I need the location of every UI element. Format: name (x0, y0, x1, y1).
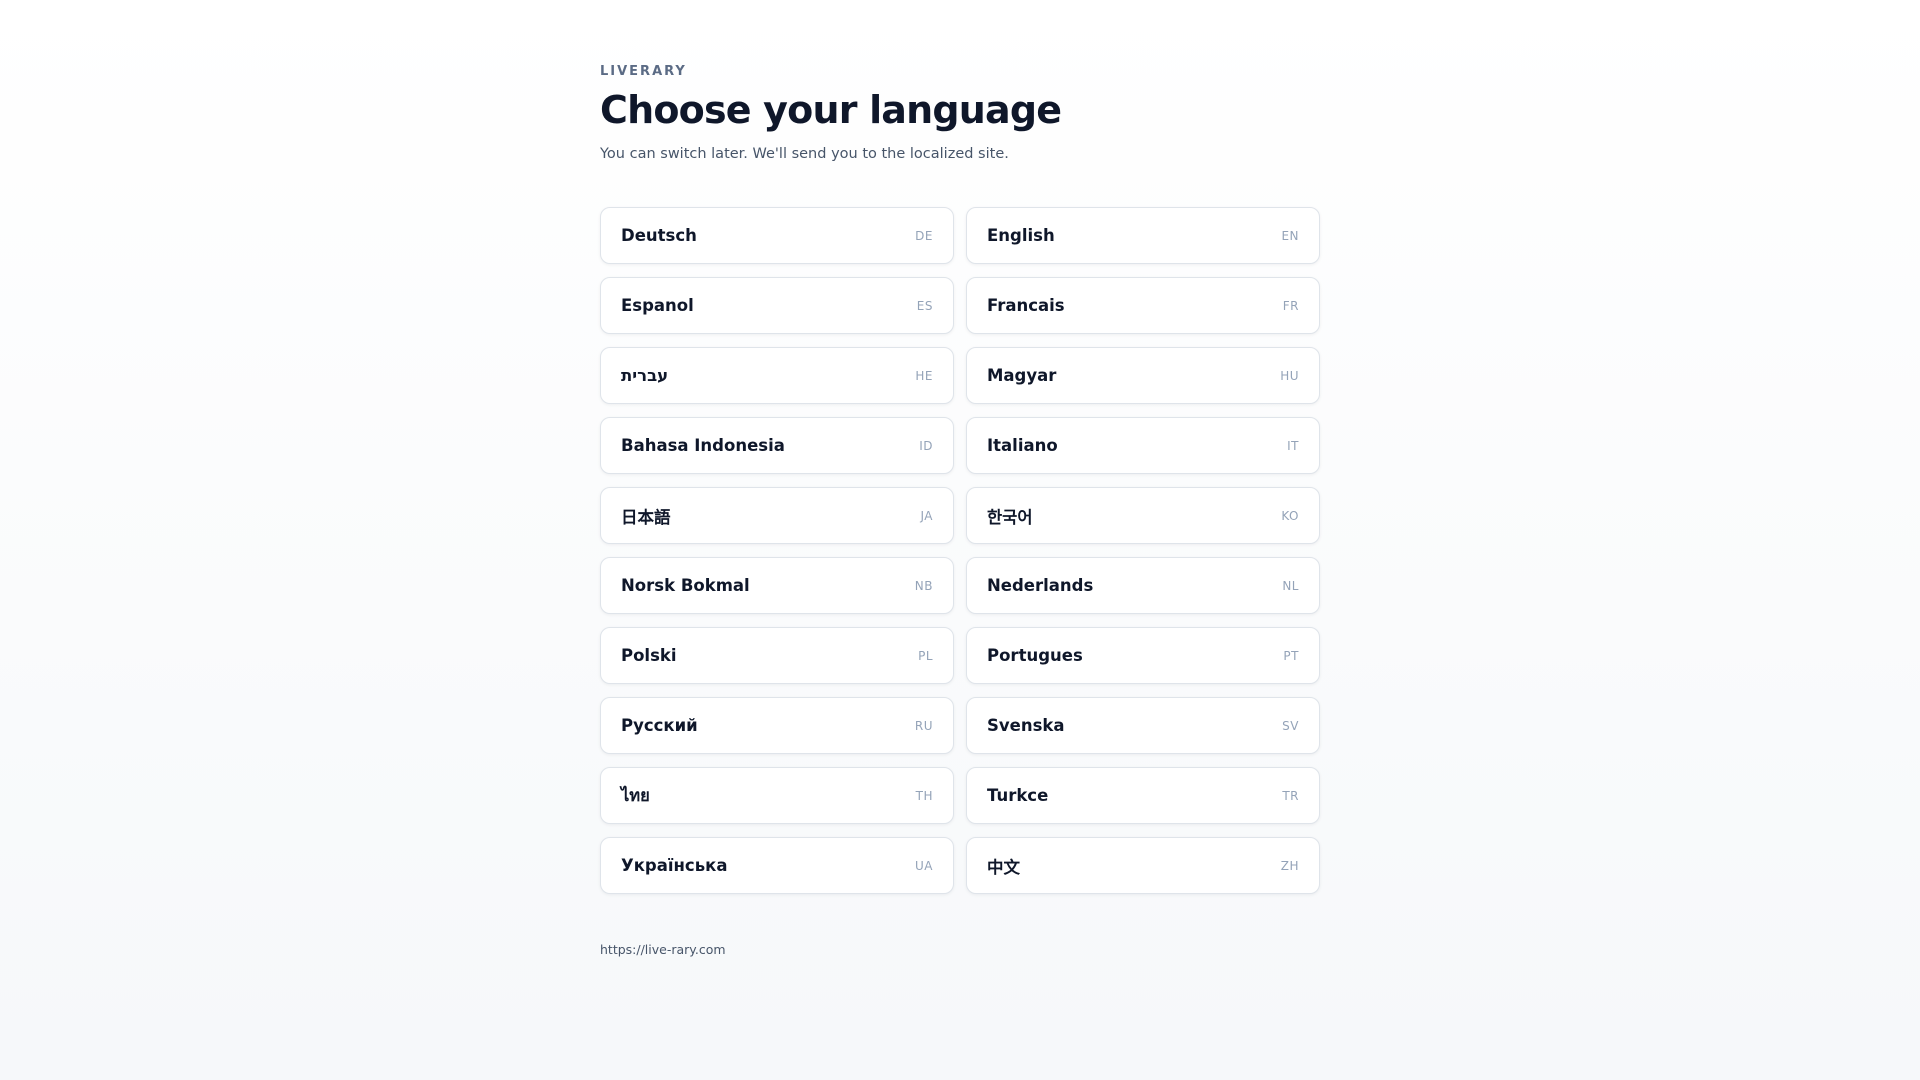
language-code: EN (1281, 228, 1299, 243)
language-code: NB (914, 578, 933, 593)
language-code: TH (915, 788, 933, 803)
language-name: Espanol (621, 296, 694, 315)
language-option-id[interactable]: Bahasa Indonesia ID (600, 417, 954, 474)
language-name: Portugues (987, 646, 1083, 665)
language-name: Norsk Bokmal (621, 576, 750, 595)
language-option-en[interactable]: English EN (966, 207, 1320, 264)
language-name: עברית (621, 366, 669, 385)
language-option-th[interactable]: ไทย TH (600, 767, 954, 824)
language-name: Magyar (987, 366, 1057, 385)
language-name: ไทย (621, 785, 650, 805)
page-title: Choose your language (600, 88, 1062, 132)
language-name: Polski (621, 646, 677, 665)
brand-label: LIVERARY (600, 64, 687, 79)
language-option-tr[interactable]: Turkce TR (966, 767, 1320, 824)
language-name: Deutsch (621, 226, 697, 245)
language-option-sv[interactable]: Svenska SV (966, 697, 1320, 754)
language-code: JA (920, 508, 933, 523)
language-name: Italiano (987, 436, 1058, 455)
language-code: UA (915, 858, 933, 873)
language-option-ko[interactable]: 한국어 KO (966, 487, 1320, 544)
language-grid: Deutsch DE English EN Espanol ES Francai… (600, 207, 1320, 894)
language-code: IT (1287, 438, 1299, 453)
language-code: SV (1282, 718, 1299, 733)
language-code: ID (919, 438, 933, 453)
language-name: Українська (621, 856, 728, 875)
language-code: DE (915, 228, 933, 243)
language-option-ua[interactable]: Українська UA (600, 837, 954, 894)
language-code: RU (914, 718, 933, 733)
language-name: Bahasa Indonesia (621, 436, 785, 455)
language-name: English (987, 226, 1055, 245)
language-name: 日本語 (621, 507, 671, 527)
language-name: Turkce (987, 786, 1049, 805)
language-code: PL (918, 648, 933, 663)
language-code: HU (1280, 368, 1299, 383)
language-option-pt[interactable]: Portugues PT (966, 627, 1320, 684)
page-subtitle: You can switch later. We'll send you to … (600, 146, 1009, 162)
language-code: FR (1282, 298, 1299, 313)
language-name: 한국어 (987, 507, 1033, 527)
language-option-ru[interactable]: Русский RU (600, 697, 954, 754)
site-url-link[interactable]: https://live-rary.com (600, 942, 726, 957)
language-name: 中文 (987, 857, 1020, 877)
language-name: Francais (987, 296, 1065, 315)
language-code: TR (1282, 788, 1299, 803)
language-code: KO (1281, 508, 1299, 523)
language-option-hu[interactable]: Magyar HU (966, 347, 1320, 404)
language-option-zh[interactable]: 中文 ZH (966, 837, 1320, 894)
language-option-he[interactable]: עברית HE (600, 347, 954, 404)
language-option-pl[interactable]: Polski PL (600, 627, 954, 684)
language-option-fr[interactable]: Francais FR (966, 277, 1320, 334)
language-option-ja[interactable]: 日本語 JA (600, 487, 954, 544)
language-name: Русский (621, 716, 698, 735)
language-option-de[interactable]: Deutsch DE (600, 207, 954, 264)
language-name: Nederlands (987, 576, 1094, 595)
language-code: ZH (1280, 858, 1299, 873)
language-name: Svenska (987, 716, 1065, 735)
language-option-nl[interactable]: Nederlands NL (966, 557, 1320, 614)
language-option-it[interactable]: Italiano IT (966, 417, 1320, 474)
language-option-nb[interactable]: Norsk Bokmal NB (600, 557, 954, 614)
language-option-es[interactable]: Espanol ES (600, 277, 954, 334)
language-code: HE (915, 368, 933, 383)
language-code: NL (1282, 578, 1299, 593)
language-code: PT (1283, 648, 1299, 663)
language-code: ES (916, 298, 933, 313)
